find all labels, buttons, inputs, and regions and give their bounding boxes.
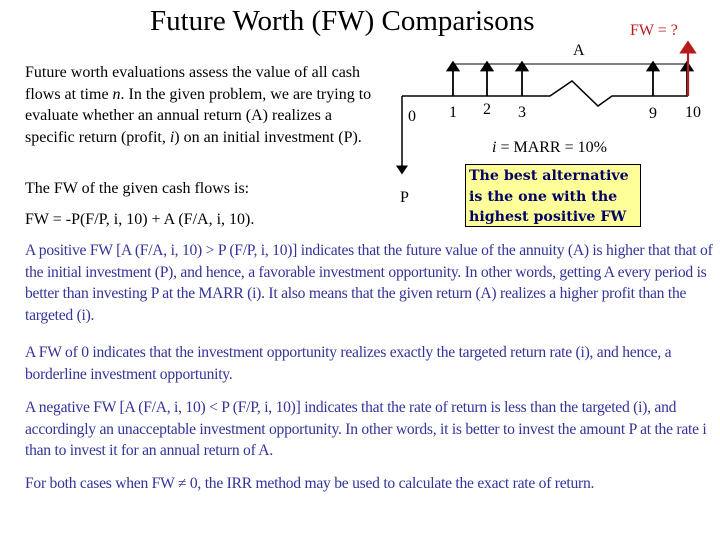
period-label: 10: [685, 104, 701, 121]
time-axis: [402, 80, 688, 107]
period-label: 2: [483, 101, 491, 118]
positive-fw-paragraph: A positive FW [A (F/A, i, 10) > P (F/P, …: [25, 242, 713, 324]
period-label: 0: [408, 108, 416, 125]
zero-fw-paragraph: A FW of 0 indicates that the investment …: [25, 344, 672, 383]
intro-n: n: [112, 85, 121, 103]
rate-label: i = MARR = 10%: [492, 139, 607, 157]
intro-text: ) on an initial investment (P).: [174, 128, 362, 146]
period-label: 1: [449, 104, 457, 121]
fw-formula: FW = -P(F/P, i, 10) + A (F/A, i, 10).: [25, 211, 255, 228]
negative-fw-paragraph: A negative FW [A (F/A, i, 10) < P (F/P, …: [25, 399, 707, 459]
fw-statement: The FW of the given cash flows is:: [25, 180, 250, 197]
period-label: 3: [518, 104, 526, 121]
present-label: P: [400, 189, 409, 206]
annuity-label: A: [573, 42, 585, 59]
irr-paragraph: For both cases when FW ≠ 0, the IRR meth…: [25, 475, 595, 492]
rate-value: = MARR = 10%: [496, 139, 607, 156]
fw-question-label: FW = ?: [630, 22, 678, 39]
period-label: 9: [649, 105, 657, 122]
intro-paragraph: Future worth evaluations assess the valu…: [25, 62, 375, 148]
callout-box: The best alternative is the one with the…: [465, 164, 641, 227]
